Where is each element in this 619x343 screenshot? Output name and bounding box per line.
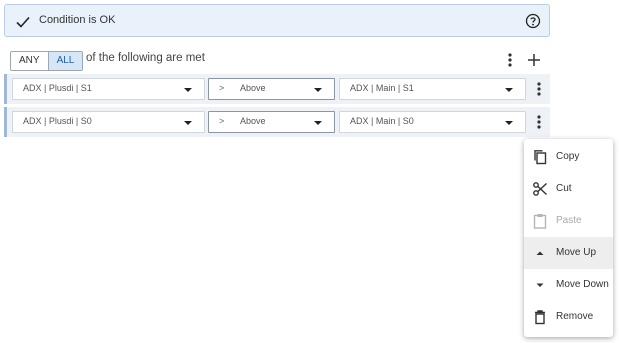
chevron-down-icon [314, 88, 322, 92]
menu-item-label: Copy [556, 151, 580, 162]
chevron-down-icon [314, 121, 322, 125]
menu-item-label: Paste [556, 215, 582, 226]
match-all-option[interactable]: ALL [47, 52, 83, 70]
menu-item-remove[interactable]: Remove [524, 301, 613, 333]
caret-down-icon [536, 283, 544, 287]
operator-symbol: > [219, 83, 225, 93]
menu-item-paste[interactable]: Paste [524, 205, 613, 237]
match-description: of the following are met [86, 52, 205, 64]
menu-item-label: Cut [556, 183, 572, 194]
more-vert-icon[interactable] [502, 51, 518, 69]
left-operand-select[interactable]: ADX | Plusdi | S1 [12, 78, 205, 100]
scissors-icon [533, 182, 547, 196]
menu-item-label: Remove [556, 311, 594, 322]
operator-symbol: > [219, 116, 225, 126]
right-operand-value: ADX | Main | S1 [350, 83, 414, 93]
menu-item-label: Move Down [556, 279, 609, 290]
left-operand-value: ADX | Plusdi | S1 [23, 83, 92, 93]
help-circle-icon[interactable] [525, 13, 541, 29]
right-operand-select[interactable]: ADX | Main | S0 [339, 111, 526, 133]
copy-icon [534, 150, 547, 165]
left-operand-select[interactable]: ADX | Plusdi | S0 [12, 111, 205, 133]
condition-row: ADX | Plusdi | S0 > Above ADX | Main | S… [4, 107, 550, 137]
right-operand-select[interactable]: ADX | Main | S1 [339, 78, 526, 100]
status-text: Condition is OK [39, 14, 116, 26]
operator-value: Above [240, 83, 266, 93]
menu-item-move-up[interactable]: Move Up [524, 237, 613, 269]
chevron-down-icon [184, 121, 192, 125]
condition-editor: Condition is OK ANY ALL of the following… [0, 0, 619, 343]
menu-item-copy[interactable]: Copy [524, 141, 613, 173]
row-context-menu: Copy Cut Paste Move Up Move Down Remove [524, 139, 613, 337]
menu-item-cut[interactable]: Cut [524, 173, 613, 205]
clipboard-icon [533, 214, 547, 229]
right-operand-value: ADX | Main | S0 [350, 116, 414, 126]
menu-item-move-down[interactable]: Move Down [524, 269, 613, 301]
status-banner: Condition is OK [4, 4, 550, 37]
chevron-down-icon [505, 121, 513, 125]
condition-row: ADX | Plusdi | S1 > Above ADX | Main | S… [4, 74, 550, 104]
operator-select[interactable]: > Above [208, 78, 335, 100]
trash-icon [535, 310, 545, 325]
left-operand-value: ADX | Plusdi | S0 [23, 116, 92, 126]
match-any-option[interactable]: ANY [11, 52, 48, 70]
row-more-vert-icon[interactable] [531, 113, 547, 131]
operator-value: Above [240, 116, 266, 126]
add-icon[interactable] [526, 51, 542, 69]
match-mode-toggle: ANY ALL [10, 51, 84, 71]
menu-item-label: Move Up [556, 247, 597, 258]
caret-up-icon [536, 251, 544, 255]
operator-select[interactable]: > Above [208, 111, 335, 133]
check-icon [16, 16, 30, 28]
chevron-down-icon [505, 88, 513, 92]
row-more-vert-icon[interactable] [531, 80, 547, 98]
chevron-down-icon [184, 88, 192, 92]
